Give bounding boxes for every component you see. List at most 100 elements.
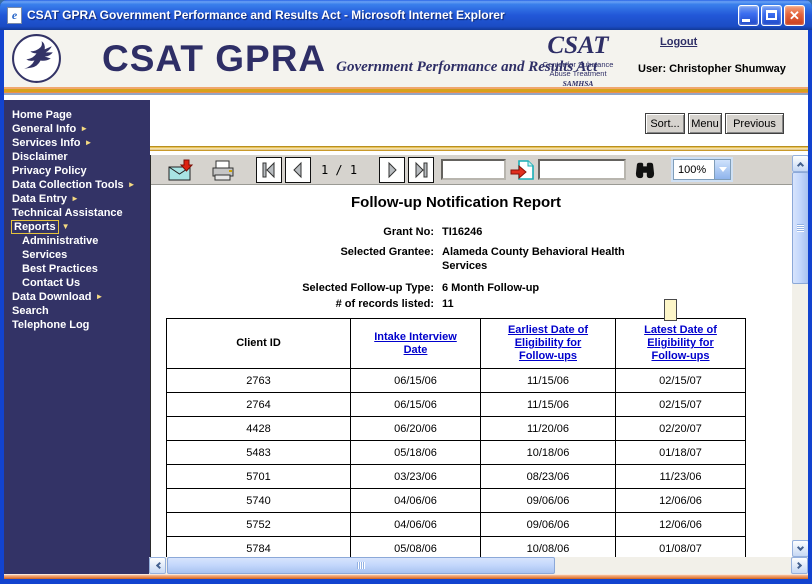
table-cell: 06/15/06: [351, 369, 481, 393]
sidebar-item-general-info[interactable]: General Info►: [4, 122, 150, 136]
table-cell: 12/06/06: [616, 489, 746, 513]
sidebar-item-best-practices[interactable]: Best Practices: [4, 262, 150, 276]
scroll-left-button[interactable]: [149, 557, 166, 574]
scroll-up-button[interactable]: [792, 155, 808, 172]
sidebar-item-contact-us[interactable]: Contact Us: [4, 276, 150, 290]
export-button[interactable]: [167, 158, 195, 182]
table-cell: 5752: [167, 513, 351, 537]
zoom-select[interactable]: 100%: [673, 159, 731, 180]
chevron-up-icon: [797, 161, 804, 168]
table-cell: 04/06/06: [351, 489, 481, 513]
report-field-row: Grant No:TI16246: [151, 225, 711, 239]
prev-page-button[interactable]: [285, 157, 311, 183]
goto-page-input[interactable]: [441, 159, 506, 180]
sidebar-item-reports[interactable]: Reports▼: [4, 220, 150, 234]
sidebar-item-search[interactable]: Search: [4, 304, 150, 318]
table-row: 575204/06/0609/06/0612/06/06: [167, 513, 746, 537]
sidebar-item-administrative[interactable]: Administrative: [4, 234, 150, 248]
column-header-latest-eligibility[interactable]: Latest Date of Eligibility for Follow-up…: [616, 319, 746, 369]
page-content: CSAT GPRA Government Performance and Res…: [4, 30, 808, 579]
search-input[interactable]: [538, 159, 626, 180]
title-bar: e CSAT GPRA Government Performance and R…: [0, 0, 812, 30]
table-row: 548305/18/0610/18/0601/18/07: [167, 441, 746, 465]
field-label: Selected Follow-up Type:: [151, 281, 434, 295]
next-page-button[interactable]: [379, 157, 405, 183]
chevron-down-icon[interactable]: [714, 160, 730, 179]
previous-button[interactable]: Previous: [725, 113, 784, 134]
table-cell: 5701: [167, 465, 351, 489]
sidebar-item-label: Best Practices: [22, 263, 98, 275]
sidebar-item-services[interactable]: Services: [4, 248, 150, 262]
csat-logo-title: CSAT: [535, 32, 621, 60]
minimize-button[interactable]: [738, 5, 759, 26]
table-cell: 2764: [167, 393, 351, 417]
table-cell: 11/15/06: [481, 393, 616, 417]
csat-logo-line2: Abuse Treatment: [535, 70, 621, 78]
csat-samhsa-logo: CSAT Center for Substance Abuse Treatmen…: [535, 32, 621, 88]
close-icon: ✕: [785, 6, 804, 25]
sidebar-item-home-page[interactable]: Home Page: [4, 108, 150, 122]
sidebar-item-data-entry[interactable]: Data Entry►: [4, 192, 150, 206]
horizontal-scroll-thumb[interactable]: [167, 557, 555, 574]
table-header-row: Client ID Intake Interview Date Earliest…: [167, 319, 746, 369]
column-header-intake-interview-date[interactable]: Intake Interview Date: [351, 319, 481, 369]
sidebar-item-label: Contact Us: [22, 277, 80, 289]
chevron-left-icon: [155, 562, 162, 569]
field-value: TI16246: [442, 225, 662, 239]
print-button[interactable]: [208, 158, 238, 182]
sidebar-item-telephone-log[interactable]: Telephone Log: [4, 318, 150, 332]
table-cell: 08/23/06: [481, 465, 616, 489]
last-page-icon: [412, 161, 430, 179]
sidebar-item-label: Home Page: [12, 109, 72, 121]
table-cell: 11/20/06: [481, 417, 616, 441]
table-cell: 5483: [167, 441, 351, 465]
last-page-button[interactable]: [408, 157, 434, 183]
field-value: 6 Month Follow-up: [442, 281, 662, 295]
sidebar-item-data-collection-tools[interactable]: Data Collection Tools►: [4, 178, 150, 192]
horizontal-scrollbar[interactable]: [149, 557, 808, 574]
close-button[interactable]: ✕: [784, 5, 805, 26]
browser-window: e CSAT GPRA Government Performance and R…: [0, 0, 812, 584]
table-cell: 04/06/06: [351, 513, 481, 537]
binoculars-icon: [634, 160, 656, 180]
sidebar-item-data-download[interactable]: Data Download►: [4, 290, 150, 304]
column-header-earliest-eligibility[interactable]: Earliest Date of Eligibility for Follow-…: [481, 319, 616, 369]
field-label: # of records listed:: [151, 297, 434, 311]
vertical-scroll-thumb[interactable]: [792, 172, 808, 284]
prev-page-icon: [289, 161, 307, 179]
vertical-scrollbar[interactable]: [792, 155, 808, 557]
table-cell: 01/18/07: [616, 441, 746, 465]
maximize-button[interactable]: [761, 5, 782, 26]
chevron-right-icon: ►: [80, 124, 88, 133]
chevron-right-icon: ►: [128, 180, 136, 189]
chevron-right-icon: ►: [71, 194, 79, 203]
user-label: User: Christopher Shumway: [638, 63, 786, 75]
zoom-value: 100%: [674, 164, 714, 176]
sidebar-item-technical-assistance[interactable]: Technical Assistance: [4, 206, 150, 220]
search-button[interactable]: [633, 158, 657, 182]
logout-link[interactable]: Logout: [660, 36, 697, 48]
sidebar-item-label: Administrative: [22, 235, 98, 247]
table-cell: 09/06/06: [481, 489, 616, 513]
scroll-right-button[interactable]: [791, 557, 808, 574]
table-cell: 2763: [167, 369, 351, 393]
table-row: 276306/15/0611/15/0602/15/07: [167, 369, 746, 393]
sidebar-item-disclaimer[interactable]: Disclaimer: [4, 150, 150, 164]
goto-page-button[interactable]: [509, 158, 537, 182]
field-value: 11: [442, 297, 662, 311]
text-cursor-artifact: [664, 299, 677, 321]
sidebar-item-privacy-policy[interactable]: Privacy Policy: [4, 164, 150, 178]
sort-button[interactable]: Sort...: [645, 113, 685, 134]
footer-stripe: [4, 574, 808, 579]
csat-logo-line1: Center for Substance: [535, 61, 621, 69]
table-cell: 5740: [167, 489, 351, 513]
menu-button[interactable]: Menu: [688, 113, 722, 134]
sidebar-item-services-info[interactable]: Services Info►: [4, 136, 150, 150]
first-page-button[interactable]: [256, 157, 282, 183]
table-cell: 5784: [167, 537, 351, 558]
ie-icon: e: [7, 7, 22, 24]
sidebar: Home PageGeneral Info►Services Info►Disc…: [4, 100, 150, 574]
field-label: Selected Grantee:: [151, 245, 434, 273]
scroll-down-button[interactable]: [792, 540, 808, 557]
table-cell: 02/15/07: [616, 369, 746, 393]
